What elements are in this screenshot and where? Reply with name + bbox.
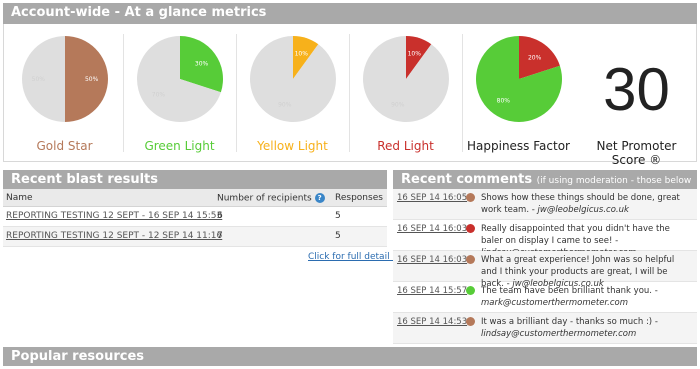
metric-label: Happiness Factor (467, 139, 570, 153)
comments-list: 16 SEP 14 16:05 Shows how these things s… (393, 189, 697, 344)
comments-section-header: Recent comments (if using moderation - t… (393, 170, 697, 207)
blast-title: Recent blast results (11, 172, 158, 187)
full-detail-link[interactable]: Click for full detail » (308, 252, 398, 262)
rating-dot-icon (466, 193, 475, 202)
pie-slice-label: 70% (151, 92, 165, 99)
column-header-name: Name (6, 193, 33, 203)
comment-text: It was a brilliant day - thanks so much … (481, 317, 658, 327)
pie-slice-label: 10% (294, 51, 308, 58)
metric-green-light: 30% 70% Green Light (123, 34, 236, 159)
comment-email: mark@customerthermometer.com (481, 298, 628, 308)
rating-dot-icon (466, 286, 475, 295)
pie-slice-label: 50% (31, 76, 45, 83)
recipients-count: 6 (217, 211, 223, 221)
metrics-title: Account-wide - At a glance metrics (11, 5, 267, 20)
blast-table: Name Number of recipients ? Responses RE… (3, 189, 387, 247)
recipients-header-label: Number of recipients (217, 193, 312, 204)
metrics-section-header: Account-wide - At a glance metrics (3, 3, 697, 24)
pie-slice-label: 20% (527, 54, 541, 61)
divider (349, 34, 350, 152)
comment-text: The team have been brilliant thank you. … (481, 286, 658, 296)
metric-label: Net Promoter Score ® (596, 139, 677, 167)
divider (123, 34, 124, 152)
metrics-panel: 50% 50% Gold Star 30% 70% Green Light 10% 9… (3, 24, 697, 168)
pie-slice-label: 50% (84, 76, 98, 83)
divider (462, 34, 463, 152)
pie-slice-label: 90% (278, 101, 292, 108)
nps-value: 30 (603, 56, 670, 123)
metric-gold-star: 50% 50% Gold Star (8, 34, 121, 159)
metric-happiness-factor: 20% 80% Happiness Factor (462, 34, 575, 159)
table-row: REPORTING TESTING 12 SEPT - 16 SEP 14 15… (3, 207, 387, 227)
rating-dot-icon (466, 224, 475, 233)
pie-slice-label: 10% (407, 51, 421, 58)
metric-label: Green Light (144, 139, 215, 153)
comment-email: lindsay@customerthermometer.com (481, 329, 637, 339)
column-header-recipients: Number of recipients ? (217, 193, 325, 204)
comment-body: Shows how these things should be done, g… (481, 192, 691, 216)
blast-name-link[interactable]: REPORTING TESTING 12 SEPT - 16 SEP 14 15… (6, 211, 222, 221)
pie-slice-label: 90% (391, 101, 405, 108)
yellow-light-pie-chart: 10% 90% (249, 36, 336, 122)
comments-title: Recent comments (401, 172, 533, 187)
comment-item: 16 SEP 14 16:05 Shows how these things s… (393, 189, 697, 220)
comment-body: The team have been brilliant thank you. … (481, 285, 691, 309)
red-light-pie-chart: 10% 90% (362, 36, 449, 122)
table-row: REPORTING TESTING 12 SEPT - 12 SEP 14 11… (3, 227, 387, 247)
gold-star-pie-chart: 50% 50% (21, 36, 108, 122)
metric-label: Yellow Light (257, 139, 328, 153)
comment-date-link[interactable]: 16 SEP 14 16:05 (397, 193, 467, 203)
comment-item: 16 SEP 14 16:03 What a great experience!… (393, 251, 697, 289)
comment-date-link[interactable]: 16 SEP 14 15:57 (397, 286, 467, 296)
metric-yellow-light: 10% 90% Yellow Light (236, 34, 349, 159)
comment-date-link[interactable]: 16 SEP 14 14:53 (397, 317, 467, 327)
pie-slice (362, 36, 449, 122)
table-header: Name Number of recipients ? Responses (3, 189, 387, 207)
column-header-responses: Responses (335, 193, 383, 203)
blast-name-link[interactable]: REPORTING TESTING 12 SEPT - 12 SEP 14 11… (6, 231, 222, 241)
rating-dot-icon (466, 255, 475, 264)
comment-body: It was a brilliant day - thanks so much … (481, 316, 691, 340)
happiness-factor-pie-chart: 20% 80% (475, 36, 562, 122)
comment-item: 16 SEP 14 14:53 It was a brilliant day -… (393, 313, 697, 344)
responses-count: 5 (335, 211, 341, 221)
responses-count: 5 (335, 231, 341, 241)
comment-item: 16 SEP 14 15:57 The team have been brill… (393, 282, 697, 313)
blast-section-header: Recent blast results (3, 170, 387, 189)
metric-label: Gold Star (36, 139, 93, 153)
pie-slice-label: 80% (496, 98, 510, 105)
rating-dot-icon (466, 317, 475, 326)
comment-date-link[interactable]: 16 SEP 14 16:03 (397, 255, 467, 265)
popular-section-header: Popular resources (3, 347, 697, 366)
pie-slice (249, 36, 336, 122)
comment-date-link[interactable]: 16 SEP 14 16:03 (397, 224, 467, 234)
popular-title: Popular resources (11, 349, 145, 364)
metric-label: Red Light (377, 139, 434, 153)
divider (236, 34, 237, 152)
recipients-count: 7 (217, 231, 223, 241)
metric-net-promoter-score: 30 Net Promoter Score ® (580, 34, 693, 168)
pie-slice-label: 30% (194, 60, 208, 67)
comment-item: 16 SEP 14 16:03 Really disappointed that… (393, 220, 697, 258)
comment-email: jw@leobelgicus.co.uk (537, 205, 629, 215)
comment-text: Really disappointed that you didn't have… (481, 224, 670, 246)
metric-red-light: 10% 90% Red Light (349, 34, 462, 159)
green-light-pie-chart: 30% 70% (136, 36, 223, 122)
help-icon[interactable]: ? (314, 193, 325, 203)
